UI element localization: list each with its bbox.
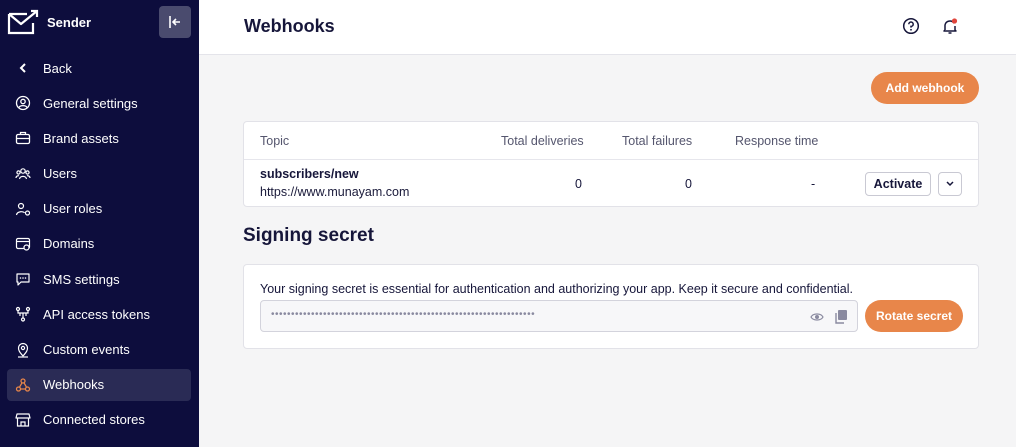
add-webhook-button[interactable]: Add webhook [871, 72, 979, 104]
notifications-button[interactable] [940, 16, 960, 36]
sidebar-item-label: Brand assets [43, 130, 119, 146]
row-actions-dropdown[interactable] [938, 172, 962, 196]
sidebar-item-label: Custom events [43, 342, 130, 357]
webhook-topic: subscribers/new [260, 167, 359, 181]
table-row: subscribers/new https://www.munayam.com … [244, 160, 978, 207]
sidebar-item-label: General settings [43, 95, 138, 111]
briefcase-icon [15, 130, 31, 146]
location-pin-icon [15, 342, 31, 358]
column-header-response-time: Response time [735, 134, 819, 148]
page-title: Webhooks [244, 16, 335, 36]
rotate-secret-button[interactable]: Rotate secret [865, 300, 963, 332]
signing-secret-card: Your signing secret is essential for aut… [243, 264, 979, 349]
sidebar-item-label: Webhooks [43, 377, 105, 393]
chevron-left-icon [15, 60, 31, 76]
eye-icon[interactable] [810, 310, 824, 324]
sidebar-item-label: API access tokens [43, 306, 150, 322]
total-deliveries-value: 0 [575, 177, 582, 191]
sidebar-item-label: Domains [43, 236, 95, 252]
response-time-value: - [811, 177, 816, 191]
sidebar-item-webhooks[interactable]: Webhooks [7, 368, 191, 401]
sidebar-item-brand-assets[interactable]: Brand assets [7, 122, 191, 154]
user-circle-icon [15, 95, 31, 111]
sidebar-item-label: Users [43, 166, 77, 182]
sender-logo-icon [7, 9, 39, 35]
chevron-down-icon [946, 181, 954, 187]
webhooks-table: Topic Total deliveries Total failures Re… [243, 121, 979, 207]
sidebar-item-custom-events[interactable]: Custom events [7, 334, 191, 366]
sms-icon [15, 271, 31, 287]
sidebar-item-domains[interactable]: Domains [7, 228, 191, 260]
sidebar-nav: Back General settings Brand assets Users… [7, 52, 191, 439]
signing-secret-title: Signing secret [243, 225, 374, 246]
sidebar-item-connected-stores[interactable]: Connected stores [7, 404, 191, 436]
column-header-total-failures: Total failures [622, 134, 693, 148]
column-header-topic: Topic [260, 134, 290, 148]
sidebar: Sender Back General settings Brand asset… [0, 0, 199, 447]
sidebar-item-api-access-tokens[interactable]: API access tokens [7, 298, 191, 330]
copy-icon[interactable] [834, 309, 848, 324]
user-roles-icon [15, 201, 31, 217]
help-button[interactable] [902, 17, 920, 35]
total-failures-value: 0 [685, 177, 692, 191]
brand[interactable]: Sender [7, 8, 91, 36]
collapse-sidebar-button[interactable] [159, 6, 191, 38]
collapse-left-icon [169, 16, 180, 28]
api-icon [15, 306, 31, 322]
sidebar-item-general-settings[interactable]: General settings [7, 87, 191, 119]
signing-secret-description: Your signing secret is essential for aut… [260, 282, 853, 296]
sidebar-item-label: Connected stores [43, 412, 145, 428]
sidebar-item-label: User roles [43, 201, 103, 217]
brand-name: Sender [47, 14, 92, 30]
webhook-url: https://www.munayam.com [260, 185, 410, 199]
activate-button[interactable]: Activate [865, 172, 931, 196]
sidebar-item-user-roles[interactable]: User roles [7, 193, 191, 225]
sidebar-item-label: SMS settings [43, 271, 120, 287]
sidebar-item-label: Back [43, 60, 72, 76]
store-icon [15, 412, 31, 428]
sidebar-item-sms-settings[interactable]: SMS settings [7, 263, 191, 295]
domains-icon [15, 236, 31, 252]
masked-secret-value: ••••••••••••••••••••••••••••••••••••••••… [271, 309, 536, 320]
sidebar-item-back[interactable]: Back [7, 52, 191, 84]
page-header: Webhooks [199, 0, 1016, 55]
signing-secret-field[interactable]: ••••••••••••••••••••••••••••••••••••••••… [260, 300, 858, 332]
sidebar-item-users[interactable]: Users [7, 158, 191, 190]
right-edge [1016, 0, 1024, 447]
table-header: Topic Total deliveries Total failures Re… [244, 122, 978, 160]
column-header-total-deliveries: Total deliveries [501, 134, 584, 148]
bell-icon [943, 18, 958, 34]
webhooks-icon [15, 377, 31, 393]
help-circle-icon [902, 17, 920, 35]
users-icon [15, 166, 31, 182]
